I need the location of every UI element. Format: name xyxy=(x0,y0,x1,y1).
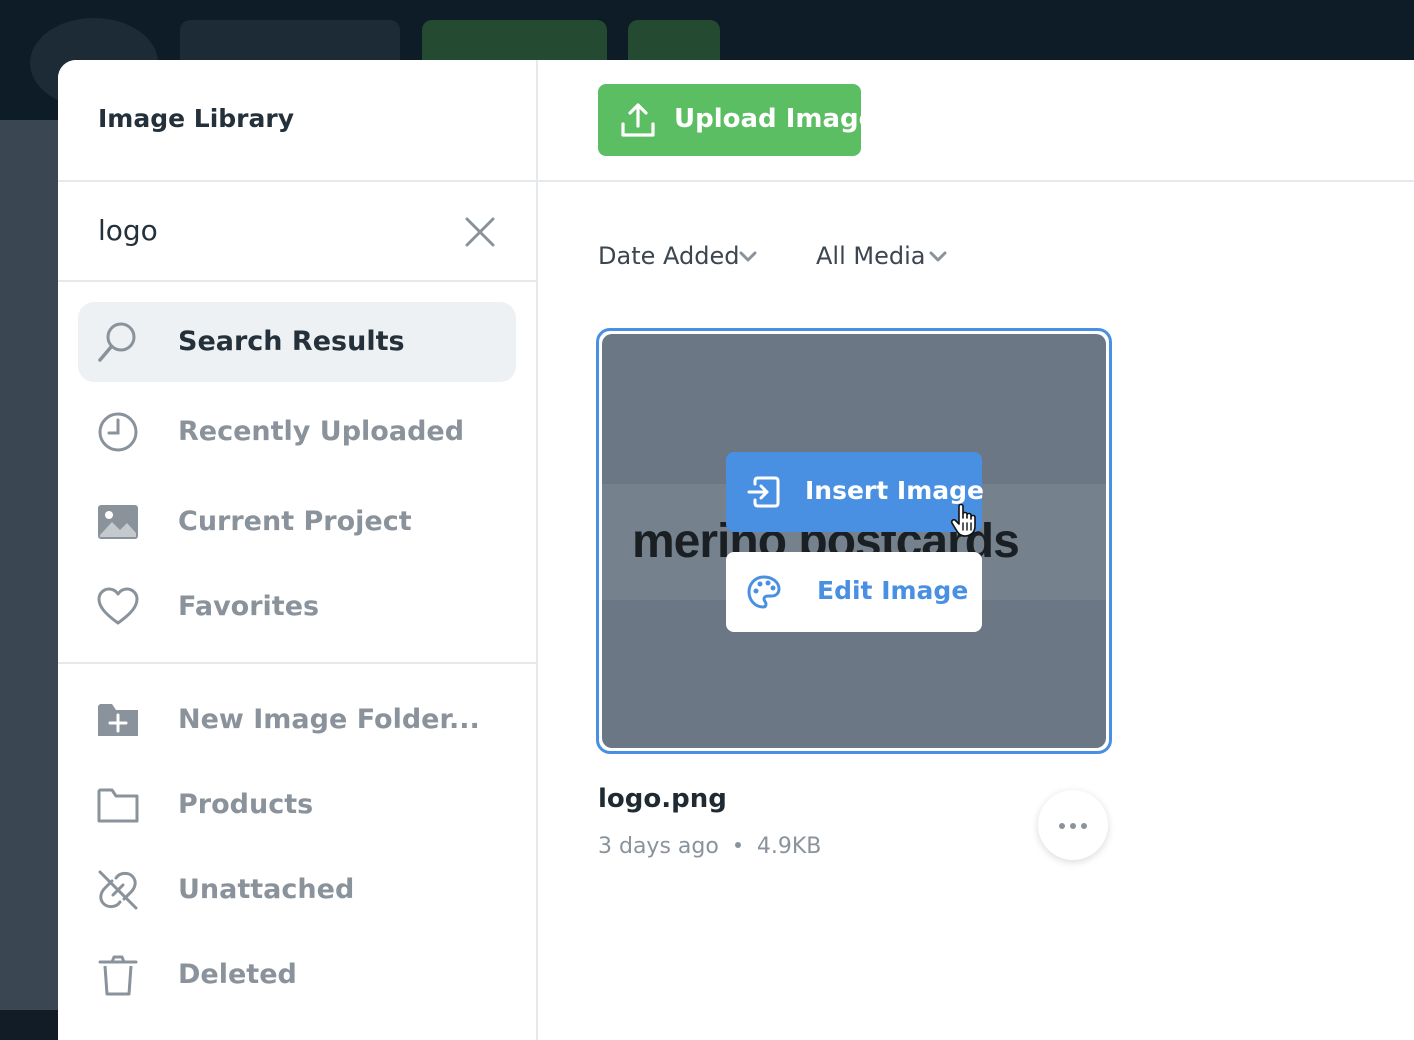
sidebar-item-new-folder[interactable]: New Image Folder... xyxy=(78,680,516,760)
clear-search-button[interactable] xyxy=(462,214,498,250)
insert-icon xyxy=(747,476,780,508)
library-main: Upload Image Date Added All Media merino… xyxy=(538,60,1414,1040)
image-icon xyxy=(98,505,138,539)
sidebar-item-label: Current Project xyxy=(178,506,412,537)
sidebar-item-label: Products xyxy=(178,789,314,820)
library-title: Image Library xyxy=(98,104,294,133)
folder-plus-icon xyxy=(98,704,138,736)
search-row xyxy=(58,182,536,282)
sidebar-item-current-project[interactable]: Current Project xyxy=(78,482,516,562)
sidebar-item-label: Search Results xyxy=(178,326,405,357)
sidebar-item-favorites[interactable]: Favorites xyxy=(78,567,516,647)
sidebar-divider xyxy=(58,662,536,664)
trash-icon xyxy=(98,955,138,996)
sidebar-item-unattached[interactable]: Unattached xyxy=(78,850,516,930)
search-icon xyxy=(98,322,136,362)
sidebar-item-deleted[interactable]: Deleted xyxy=(78,935,516,1015)
sidebar-item-search-results[interactable]: Search Results xyxy=(78,302,516,382)
image-file-name: logo.png xyxy=(598,784,727,814)
image-thumbnail: merino postcards Insert Image Edit Image xyxy=(602,334,1106,748)
sidebar-item-recently-uploaded[interactable]: Recently Uploaded xyxy=(78,392,516,472)
image-upload-age: 3 days ago xyxy=(598,834,719,859)
chevron-down-icon xyxy=(929,251,947,262)
close-icon xyxy=(465,217,495,247)
upload-image-button[interactable]: Upload Image xyxy=(598,84,876,156)
edit-image-label: Edit Image xyxy=(817,576,969,605)
more-dot xyxy=(1059,823,1065,829)
media-type-dropdown-label: All Media xyxy=(816,242,926,270)
unlink-icon xyxy=(98,870,138,910)
more-options-button[interactable] xyxy=(1038,790,1108,860)
main-header: Upload Image xyxy=(538,60,1414,182)
image-file-meta: 3 days ago 4.9KB xyxy=(598,834,821,859)
clock-icon xyxy=(98,412,138,452)
hand-cursor-icon xyxy=(950,503,976,537)
edit-image-button[interactable]: Edit Image xyxy=(726,552,982,632)
upload-image-label: Upload Image xyxy=(674,104,877,134)
sidebar-header: Image Library xyxy=(58,60,536,182)
insert-image-button[interactable]: Insert Image xyxy=(726,452,984,532)
sidebar-item-label: Recently Uploaded xyxy=(178,416,465,447)
more-dot xyxy=(1081,823,1087,829)
search-input[interactable] xyxy=(98,210,438,250)
more-dot xyxy=(1070,823,1076,829)
heart-icon xyxy=(97,587,139,625)
sort-dropdown-label: Date Added xyxy=(598,242,740,270)
image-card[interactable]: merino postcards Insert Image Edit Image xyxy=(596,328,1112,754)
sidebar-item-label: Deleted xyxy=(178,959,297,990)
insert-image-label: Insert Image xyxy=(805,476,984,505)
sort-dropdown[interactable]: Date Added xyxy=(598,238,768,278)
image-library-modal: Image Library Search Results Recentl xyxy=(58,60,1414,1040)
sidebar-item-products[interactable]: Products xyxy=(78,765,516,845)
image-file-size: 4.9KB xyxy=(756,834,822,859)
chevron-down-icon xyxy=(739,251,757,262)
upload-icon xyxy=(621,103,655,137)
media-type-dropdown[interactable]: All Media xyxy=(816,238,956,278)
sidebar-item-label: New Image Folder... xyxy=(178,704,480,735)
palette-icon xyxy=(747,575,781,609)
sidebar-item-label: Favorites xyxy=(178,591,320,622)
separator-dot xyxy=(734,842,741,848)
folder-icon xyxy=(97,788,139,823)
sidebar-item-label: Unattached xyxy=(178,874,355,905)
library-sidebar: Image Library Search Results Recentl xyxy=(58,60,538,1040)
